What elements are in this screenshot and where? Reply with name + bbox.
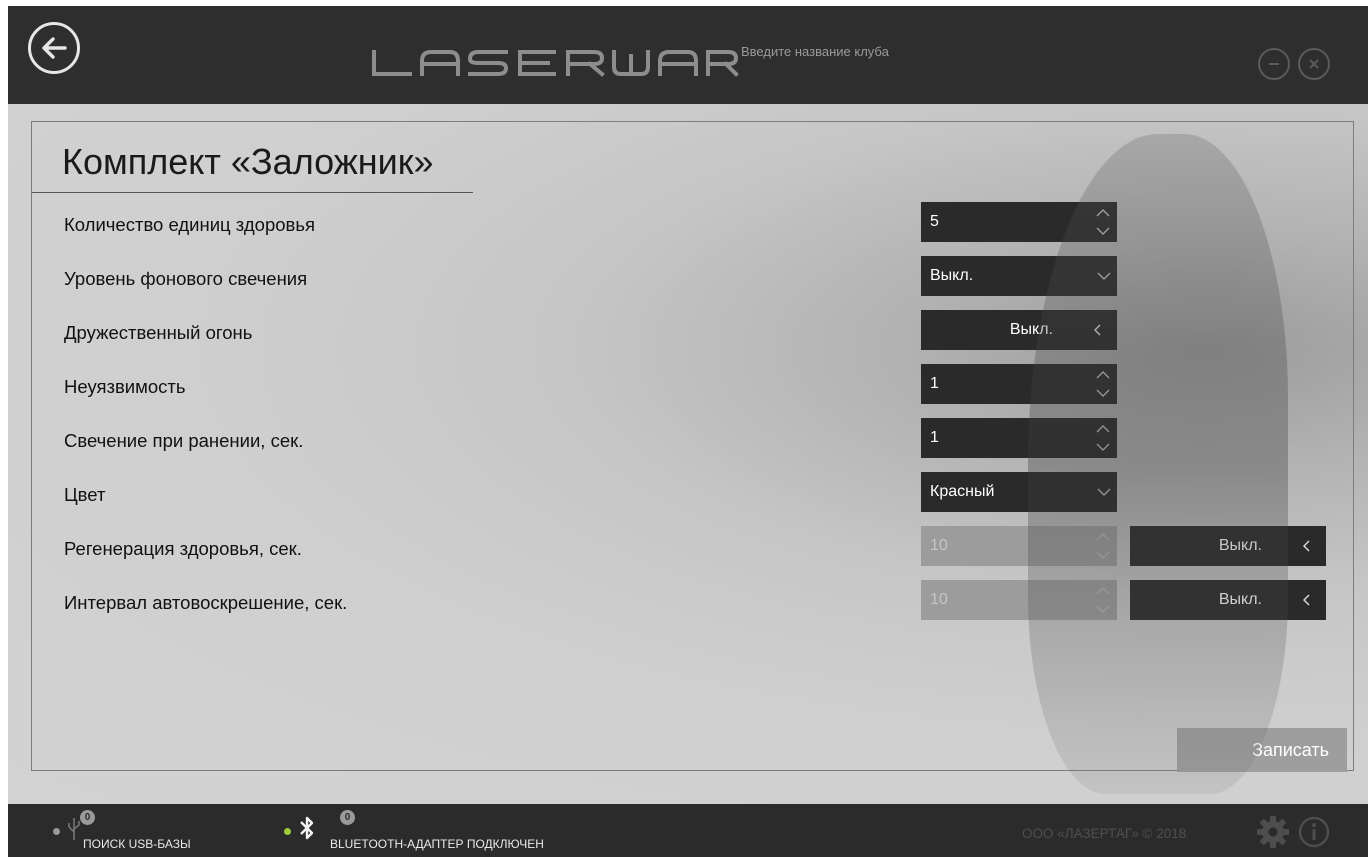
status-bar: 0 ПОИСК USB-БАЗЫ 0 BLUETOOTH-АДАПТЕР ПОД… (8, 804, 1368, 857)
back-button[interactable] (28, 22, 80, 74)
chevron-left-icon (1094, 324, 1101, 336)
spinner-arrows-icon[interactable] (1095, 584, 1111, 616)
chevron-down-icon (1097, 272, 1111, 280)
health-regen-toggle[interactable]: Выкл. (1130, 526, 1326, 566)
settings-panel: Комплект «Заложник» Количество единиц зд… (31, 121, 1354, 772)
spinner-arrows-icon[interactable] (1095, 530, 1111, 562)
usb-icon (66, 816, 82, 847)
usb-status-dot (53, 828, 60, 835)
bluetooth-status-dot (284, 828, 291, 835)
info-icon[interactable] (1298, 816, 1330, 853)
logo-wordmark (372, 50, 739, 77)
invulnerability-spinner[interactable]: 1 (921, 364, 1117, 404)
chevron-down-icon (1097, 488, 1111, 496)
minimize-button[interactable] (1258, 48, 1290, 80)
wound-glow-label: Свечение при ранении, сек. (64, 430, 304, 451)
copyright-text: ООО «ЛАЗЕРТАГ» © 2018 (1022, 826, 1187, 841)
health-regen-spinner[interactable]: 10 (921, 526, 1117, 566)
health-regen-label: Регенерация здоровья, сек. (64, 538, 302, 559)
usb-status-label[interactable]: ПОИСК USB-БАЗЫ (83, 837, 191, 851)
bluetooth-count-badge: 0 (340, 810, 355, 825)
usb-count-badge: 0 (80, 810, 95, 825)
laserwar-logo (370, 46, 740, 80)
title-underline (32, 192, 473, 193)
bluetooth-status-label[interactable]: BLUETOOTH-АДАПТЕР ПОДКЛЮЧЕН (330, 837, 544, 851)
background-glow-label: Уровень фонового свечения (64, 268, 308, 289)
save-button[interactable]: Записать (1177, 728, 1347, 772)
health-units-label: Количество единиц здоровья (64, 214, 316, 235)
auto-respawn-label: Интервал автовоскрешение, сек. (64, 592, 348, 613)
spinner-arrows-icon[interactable] (1095, 368, 1111, 400)
header: Введите название клуба (8, 6, 1368, 104)
spinner-arrows-icon[interactable] (1095, 422, 1111, 454)
gear-icon[interactable] (1256, 815, 1290, 854)
content-area: Комплект «Заложник» Количество единиц зд… (8, 104, 1368, 804)
auto-respawn-spinner[interactable]: 10 (921, 580, 1117, 620)
health-units-spinner[interactable]: 5 (921, 202, 1117, 242)
club-name-input[interactable]: Введите название клуба (741, 44, 889, 59)
page-title: Комплект «Заложник» (62, 141, 434, 182)
color-dropdown[interactable]: Красный (921, 472, 1117, 512)
wound-glow-spinner[interactable]: 1 (921, 418, 1117, 458)
background-glow-dropdown[interactable]: Выкл. (921, 256, 1117, 296)
friendly-fire-toggle[interactable]: Выкл. (921, 310, 1117, 350)
friendly-fire-label: Дружественный огонь (64, 322, 253, 343)
auto-respawn-toggle[interactable]: Выкл. (1130, 580, 1326, 620)
spinner-arrows-icon[interactable] (1095, 206, 1111, 238)
bluetooth-icon (299, 814, 315, 847)
chevron-left-icon (1303, 594, 1310, 606)
invulnerability-label: Неуязвимость (64, 376, 186, 397)
color-label: Цвет (64, 484, 106, 505)
app-window: Введите название клуба Комплект «Заложни… (8, 6, 1368, 857)
chevron-left-icon (1303, 540, 1310, 552)
close-button[interactable] (1298, 48, 1330, 80)
